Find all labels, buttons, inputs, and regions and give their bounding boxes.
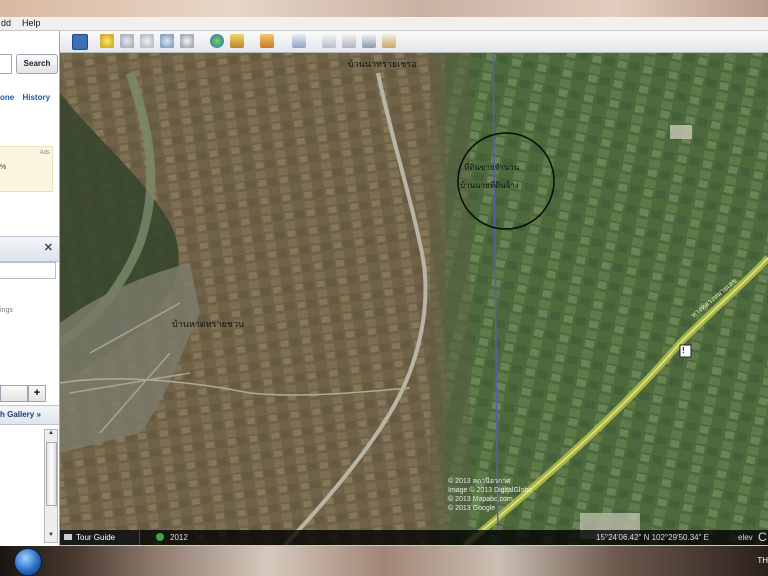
historical-imagery-icon[interactable] (260, 34, 274, 48)
parcel-label-line2[interactable]: บ้านนายที่ดินจ้าง (460, 179, 519, 192)
satellite-imagery[interactable] (60, 53, 768, 545)
earth-icon[interactable] (210, 34, 224, 48)
sidebar-toggle-icon[interactable] (72, 34, 88, 50)
placemark-icon[interactable] (100, 34, 114, 48)
route-number: ! (682, 346, 685, 355)
tour-guide-button[interactable]: Tour Guide (60, 530, 140, 545)
taskbar: TH (0, 546, 768, 576)
scrollbar-thumb[interactable] (46, 442, 57, 506)
places-action-button[interactable] (0, 385, 28, 402)
status-bar: Tour Guide 2012 15°24'06.42" N 102°29'50… (60, 530, 768, 545)
desktop-background-top (0, 0, 768, 18)
save-image-icon[interactable] (362, 34, 376, 48)
ad-text: % (0, 164, 7, 171)
place-label-village[interactable]: บ้านหาดทรายชวน (172, 317, 244, 331)
coordinates-readout: 15°24'06.42" N 102°29'50.34" E (596, 533, 709, 542)
imagery-seam (430, 53, 470, 545)
places-text: ings (0, 307, 13, 314)
elevation-label: elev (738, 533, 753, 542)
sunlight-icon[interactable] (230, 34, 244, 48)
map-view[interactable]: บ้านนาทรายเชรอ บ้านหาดทรายชวน ที่ดินขายจ… (60, 53, 768, 545)
close-icon[interactable]: ✕ (44, 241, 53, 254)
search-button[interactable]: Search (16, 54, 58, 74)
polygon-icon[interactable] (120, 34, 134, 48)
path-icon[interactable] (140, 34, 154, 48)
record-tour-icon[interactable] (180, 34, 194, 48)
credit-line: Image © 2013 DigitalGlobe (448, 487, 533, 494)
print-icon[interactable] (342, 34, 356, 48)
toolbar (60, 31, 768, 53)
scroll-up-icon[interactable]: ▲ (45, 430, 57, 440)
imagery-credits: © 2013 สถานีอวกาศ Image © 2013 DigitalGl… (448, 477, 532, 513)
menu-item-help[interactable]: Help (22, 18, 41, 28)
view-in-maps-icon[interactable] (382, 34, 396, 48)
gallery-label: h Gallery » (0, 410, 41, 419)
places-panel-header: ✕ (0, 236, 59, 262)
sponsored-ad-box[interactable]: Ads % (0, 146, 53, 192)
ad-label: Ads (39, 150, 50, 156)
building-cluster (670, 125, 692, 139)
tour-guide-label: Tour Guide (76, 533, 116, 542)
menu-bar: dd Help (0, 17, 768, 31)
menu-item-view[interactable]: dd (1, 18, 11, 28)
tray-language[interactable]: TH (757, 556, 768, 565)
overlay-icon[interactable] (160, 34, 174, 48)
start-button[interactable] (14, 548, 42, 576)
credit-line: © 2013 Google (448, 505, 496, 512)
place-label-north[interactable]: บ้านนาทรายเชรอ (348, 57, 417, 71)
imagery-year: 2012 (170, 533, 188, 542)
add-button[interactable]: + (28, 385, 46, 402)
parcel-label-line1[interactable]: ที่ดินขายจำนวน (464, 161, 519, 174)
tour-guide-icon (64, 534, 72, 540)
imagery-date-icon (156, 533, 164, 541)
places-button-row: + (0, 385, 59, 402)
tab-history[interactable]: History (22, 93, 50, 102)
credit-line: © 2013 สถานีอวกาศ (448, 478, 511, 485)
layers-scrollbar[interactable]: ▲ ▼ (44, 429, 58, 543)
credit-line: © 2013 Mapabc.com (448, 496, 513, 503)
sidebar-tabs: one History (0, 93, 50, 102)
places-field[interactable] (0, 262, 56, 279)
scroll-down-icon[interactable]: ▼ (45, 532, 57, 542)
ruler-icon[interactable] (292, 34, 306, 48)
search-input[interactable] (0, 54, 12, 74)
email-icon[interactable] (322, 34, 336, 48)
tab-directions[interactable]: one (0, 93, 14, 102)
layers-gallery-header[interactable]: h Gallery » (0, 405, 59, 425)
streaming-indicator: C (758, 530, 767, 544)
sidebar-panel: Search one History Ads % ✕ ings + h Gall… (0, 31, 60, 547)
